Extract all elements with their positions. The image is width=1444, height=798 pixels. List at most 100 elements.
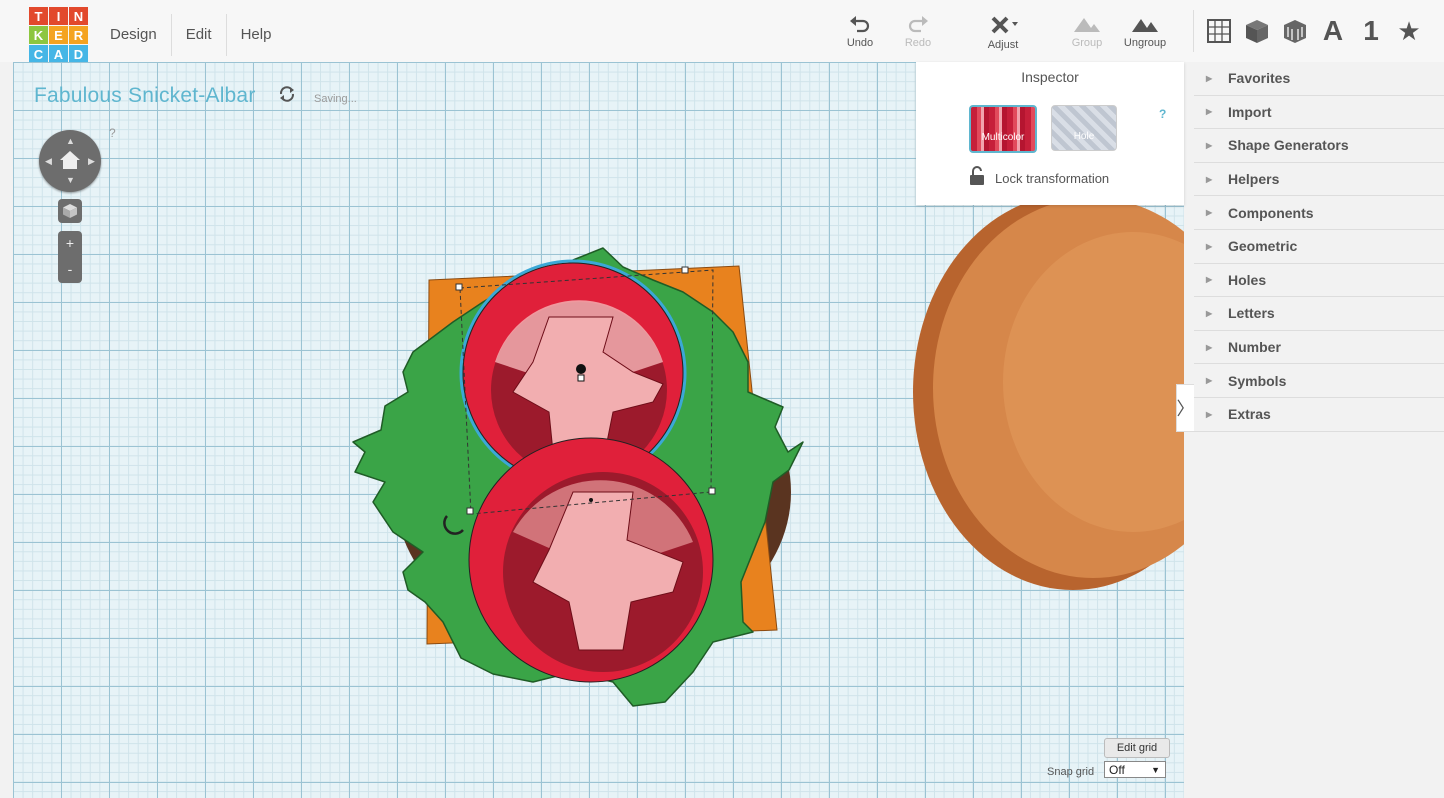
- view-icons: A 1 ★: [1200, 14, 1428, 48]
- logo-letter: R: [69, 26, 88, 44]
- unlock-icon[interactable]: [969, 166, 985, 186]
- hole-label: Hole: [1073, 131, 1095, 142]
- sidebar-item-label: Geometric: [1228, 238, 1298, 255]
- orbit-left-icon[interactable]: ◀: [45, 156, 52, 167]
- sidebar-item-label: Holes: [1228, 271, 1267, 288]
- menu-design[interactable]: Design: [96, 14, 172, 56]
- sidebar-item-label: Shape Generators: [1228, 137, 1349, 154]
- view-help-icon[interactable]: ?: [109, 126, 116, 140]
- sidebar-item-label: Symbols: [1228, 372, 1287, 389]
- tinkercad-logo[interactable]: T I N K E R C A D: [29, 7, 88, 63]
- snap-grid-label: Snap grid: [1047, 766, 1095, 778]
- bun-shape[interactable]: [913, 194, 1184, 590]
- refresh-icon[interactable]: [278, 85, 296, 103]
- save-status: Saving...: [314, 93, 357, 105]
- expand-triangle-icon: ▶: [1206, 275, 1213, 285]
- multicolor-swatch[interactable]: Multicolor: [969, 105, 1037, 153]
- sidebar-item-number[interactable]: ▶ Number: [1194, 331, 1444, 365]
- undo-label: Undo: [846, 37, 874, 49]
- adjust-icon: [991, 16, 1018, 34]
- inspector-panel: Inspector Multicolor Hole ? Lock transfo…: [916, 62, 1184, 205]
- zoom-control: + -: [58, 231, 82, 283]
- zoom-in-button[interactable]: +: [58, 231, 82, 257]
- main-menu: Design Edit Help: [96, 14, 285, 56]
- snap-grid-select[interactable]: Off ▼: [1104, 761, 1166, 778]
- zoom-out-button[interactable]: -: [58, 257, 82, 283]
- expand-triangle-icon: ▶: [1206, 308, 1213, 318]
- top-bar: T I N K E R C A D Design Edit Help Undo …: [0, 0, 1444, 63]
- sidebar-item-extras[interactable]: ▶ Extras: [1194, 398, 1444, 432]
- sidebar-item-favorites[interactable]: ▶ Favorites: [1194, 62, 1444, 96]
- toolbar-divider: [1193, 10, 1194, 52]
- lock-transformation-label[interactable]: Lock transformation: [995, 171, 1109, 186]
- expand-triangle-icon: ▶: [1206, 107, 1213, 117]
- inspector-title: Inspector: [1021, 69, 1079, 85]
- expand-triangle-icon: ▶: [1206, 208, 1213, 218]
- wire-cube-icon[interactable]: [1276, 14, 1314, 48]
- sidebar-item-label: Import: [1228, 103, 1272, 120]
- sidebar-item-label: Components: [1228, 204, 1314, 221]
- group-label: Group: [1071, 37, 1103, 49]
- undo-button[interactable]: Undo: [830, 16, 890, 49]
- multicolor-label: Multicolor: [981, 132, 1025, 143]
- logo-letter: E: [49, 26, 68, 44]
- tomato-bottom[interactable]: [468, 437, 714, 683]
- solid-cube-icon[interactable]: [1238, 14, 1276, 48]
- ungroup-button[interactable]: Ungroup: [1115, 16, 1175, 49]
- logo-letter: T: [29, 7, 48, 25]
- left-margin: [0, 62, 13, 798]
- snap-grid-value: Off: [1109, 763, 1125, 777]
- collapse-panel-button[interactable]: 〉: [1176, 384, 1195, 432]
- orbit-right-icon[interactable]: ▶: [88, 156, 95, 167]
- home-icon[interactable]: [59, 150, 81, 170]
- menu-help[interactable]: Help: [227, 14, 286, 56]
- star-icon[interactable]: ★: [1390, 14, 1428, 48]
- orbit-control[interactable]: ▲ ▼ ◀ ▶: [39, 130, 101, 192]
- undo-icon: [850, 16, 870, 33]
- expand-triangle-icon: ▶: [1206, 174, 1213, 184]
- redo-label: Redo: [904, 37, 932, 49]
- redo-icon: [908, 16, 928, 33]
- orbit-down-icon[interactable]: ▼: [66, 175, 75, 185]
- expand-triangle-icon: ▶: [1206, 376, 1213, 386]
- expand-triangle-icon: ▶: [1206, 342, 1213, 352]
- sidebar-item-label: Letters: [1228, 305, 1275, 322]
- adjust-button[interactable]: Adjust: [973, 16, 1033, 51]
- number-one-icon[interactable]: 1: [1352, 14, 1390, 48]
- dropdown-caret-icon: ▼: [1151, 765, 1160, 775]
- redo-button[interactable]: Redo: [888, 16, 948, 49]
- group-button[interactable]: Group: [1057, 16, 1117, 49]
- cube-icon: [63, 204, 77, 218]
- sidebar-item-geometric[interactable]: ▶ Geometric: [1194, 230, 1444, 264]
- hole-swatch[interactable]: Hole: [1051, 105, 1117, 151]
- expand-triangle-icon: ▶: [1206, 241, 1213, 251]
- group-icon: [1074, 18, 1100, 32]
- orbit-up-icon[interactable]: ▲: [66, 136, 75, 146]
- view-cube-button[interactable]: [58, 199, 82, 223]
- document-title[interactable]: Fabulous Snicket-Albar: [34, 84, 256, 108]
- logo-letter: A: [49, 45, 68, 63]
- sidebar-item-label: Number: [1228, 339, 1281, 356]
- grid-view-icon[interactable]: [1200, 14, 1238, 48]
- expand-triangle-icon: ▶: [1206, 409, 1213, 419]
- sidebar-item-symbols[interactable]: ▶ Symbols: [1194, 364, 1444, 398]
- logo-letter: K: [29, 26, 48, 44]
- expand-triangle-icon: ▶: [1206, 73, 1213, 83]
- sidebar-item-letters[interactable]: ▶ Letters: [1194, 297, 1444, 331]
- expand-triangle-icon: ▶: [1206, 140, 1213, 150]
- sidebar-item-helpers[interactable]: ▶ Helpers: [1194, 163, 1444, 197]
- sidebar-item-label: Extras: [1228, 406, 1271, 423]
- sidebar-item-label: Helpers: [1228, 171, 1280, 188]
- sidebar-item-label: Favorites: [1228, 70, 1291, 87]
- inspector-help-icon[interactable]: ?: [1159, 107, 1166, 121]
- edit-grid-button[interactable]: Edit grid: [1104, 738, 1170, 758]
- sidebar-item-shape-generators[interactable]: ▶ Shape Generators: [1194, 129, 1444, 163]
- logo-letter: D: [69, 45, 88, 63]
- letter-a-icon[interactable]: A: [1314, 14, 1352, 48]
- logo-letter: C: [29, 45, 48, 63]
- adjust-label: Adjust: [987, 39, 1019, 51]
- sidebar-item-import[interactable]: ▶ Import: [1194, 96, 1444, 130]
- sidebar-item-components[interactable]: ▶ Components: [1194, 196, 1444, 230]
- menu-edit[interactable]: Edit: [172, 14, 227, 56]
- sidebar-item-holes[interactable]: ▶ Holes: [1194, 264, 1444, 298]
